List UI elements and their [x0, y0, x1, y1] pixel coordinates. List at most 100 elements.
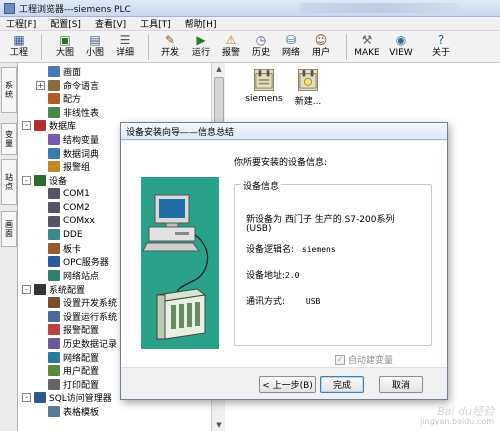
tree-node[interactable]: 数据词典: [36, 147, 99, 160]
finish-button[interactable]: 完成: [320, 376, 364, 393]
toolbar-button-label: MAKE: [354, 48, 380, 58]
toolbar-button-3[interactable]: ☰ 详细: [110, 32, 140, 62]
tree-node-label: 结构变量: [63, 136, 100, 146]
tree-node[interactable]: - 数据库: [22, 119, 76, 132]
tree-node[interactable]: 画面: [36, 65, 81, 78]
device-label: siemens: [245, 94, 283, 104]
toolbar-button-6[interactable]: ⚠ 报警: [216, 32, 246, 62]
tree-node[interactable]: - 系统配置: [22, 283, 85, 296]
tree-node[interactable]: - SQL访问管理器: [22, 391, 112, 404]
toolbar-button-12[interactable]: ? 关于: [426, 32, 456, 62]
about-icon: ?: [437, 33, 445, 47]
tree-node-label: COMxx: [63, 216, 95, 227]
tree-node[interactable]: + 命令语言: [36, 79, 99, 92]
watermark-url: jingyan.baidu.com: [420, 417, 494, 426]
tree-node[interactable]: OPC服务器: [36, 255, 109, 268]
small-icons-icon: ▤: [89, 33, 101, 47]
menu-item[interactable]: 查看[V]: [95, 17, 126, 30]
menu-item[interactable]: 配置[S]: [50, 17, 81, 30]
tree-node[interactable]: 报警组: [36, 160, 90, 173]
toolbar-button-2[interactable]: ▤ 小图: [80, 32, 110, 62]
tree-node[interactable]: 打印配置: [36, 378, 99, 391]
tree-node-label: 设置运行系统: [63, 312, 118, 323]
tree-node[interactable]: 历史数据记录: [36, 337, 117, 350]
tree-node[interactable]: 网络配置: [36, 351, 99, 364]
tree-node-label: DDE: [63, 229, 83, 240]
toolbar-button-8[interactable]: ⛁ 网络: [276, 32, 306, 62]
tree-node[interactable]: 报警配置: [36, 323, 99, 336]
tree-node[interactable]: 设置运行系统: [36, 310, 117, 323]
scroll-down-icon[interactable]: ▼: [212, 419, 226, 431]
toolbar-button-5[interactable]: ▶ 运行: [186, 32, 216, 62]
scroll-up-icon[interactable]: ▲: [212, 63, 226, 75]
toolbar-separator: [148, 34, 149, 60]
tree-node[interactable]: COM2: [36, 201, 90, 214]
toolbar-button-label: VIEW: [389, 48, 413, 58]
tree-node[interactable]: 表格模板: [36, 405, 99, 418]
large-icons-icon: ▣: [59, 33, 71, 47]
menu-item[interactable]: 帮助[H]: [185, 17, 217, 30]
toolbar-button-10[interactable]: ⚒ MAKE: [352, 32, 382, 62]
toolbar-button-11[interactable]: ◉ VIEW: [386, 32, 416, 62]
collapse-icon[interactable]: -: [22, 175, 31, 185]
tree-node[interactable]: 设置开发系统: [36, 296, 117, 309]
toolbar-button-7[interactable]: ◷ 历史: [246, 32, 276, 62]
tree-node[interactable]: 结构变量: [36, 133, 99, 146]
collapse-icon[interactable]: -: [22, 284, 31, 294]
tree-node[interactable]: 非线性表: [36, 106, 99, 119]
menu-item[interactable]: 工具[T]: [140, 17, 171, 30]
logic-name-row: 设备逻辑名: siemens: [246, 242, 336, 255]
side-tab-0[interactable]: 系统: [1, 67, 17, 113]
device-siemens[interactable]: siemens: [244, 69, 284, 104]
tree-node-label: OPC服务器: [63, 258, 109, 269]
network-icon: ⛁: [285, 33, 297, 47]
side-tab-1[interactable]: 变量: [1, 123, 17, 155]
back-button[interactable]: < 上一步(B): [259, 376, 316, 393]
collapse-icon[interactable]: -: [22, 121, 31, 131]
toolbar-button-label: 历史: [251, 48, 270, 58]
tree-node[interactable]: 配方: [36, 92, 81, 105]
history-record-icon: [48, 338, 60, 349]
window-title: 工程浏览器---siemens PLC: [19, 4, 131, 15]
toolbar-button-label: 运行: [191, 48, 210, 58]
auto-create-variables-checkbox[interactable]: ✓ 自动建变量: [335, 353, 393, 366]
tree-node[interactable]: 网络站点: [36, 269, 99, 282]
plc-device-icon: [254, 69, 274, 91]
table-template-icon: [48, 406, 60, 417]
expand-icon[interactable]: +: [36, 80, 45, 90]
tree-node[interactable]: COM1: [36, 187, 90, 200]
tree-node[interactable]: DDE: [36, 228, 83, 241]
tree-node[interactable]: 用户配置: [36, 364, 99, 377]
menu-item[interactable]: 工程[F]: [6, 17, 36, 30]
collapse-icon[interactable]: -: [22, 393, 31, 403]
toolbar-button-4[interactable]: ✎ 开发: [155, 32, 185, 62]
app-icon: [4, 2, 15, 14]
device-new[interactable]: 新建...: [288, 69, 328, 107]
view-icon: ◉: [395, 33, 407, 47]
toolbar-button-9[interactable]: ☺ 用户: [306, 32, 336, 62]
toolbar-separator: [346, 34, 347, 60]
toolbar-button-label: 工程: [9, 48, 28, 58]
side-tab-2[interactable]: 站点: [1, 159, 17, 205]
recipe-icon: [48, 93, 60, 105]
tree-node-label: 配方: [63, 95, 82, 106]
comm-value: USB: [305, 297, 321, 306]
tree-node-label: 数据词典: [63, 149, 100, 160]
tree-node[interactable]: 板卡: [36, 242, 81, 255]
toolbar-button-label: 报警: [221, 48, 240, 58]
device-wizard-dialog: 设备安装向导——信息总结 你所要安装的设备信息: 设备信息 新设备为 西门子 生…: [120, 122, 448, 400]
toolbar-button-0[interactable]: ▦ 工程: [4, 32, 34, 62]
toolbar-button-1[interactable]: ▣ 大图: [50, 32, 80, 62]
project-icon: ▦: [13, 33, 25, 47]
side-tab-3[interactable]: 画面: [1, 211, 17, 247]
device-label: 新建...: [294, 97, 322, 107]
toolbar-button-label: 网络: [281, 48, 300, 58]
tree-node-label: 命令语言: [63, 81, 100, 92]
tree-node-label: 数据库: [49, 122, 77, 133]
tree-node[interactable]: COMxx: [36, 215, 95, 228]
device-icon: [34, 174, 46, 186]
tree-node-label: 板卡: [63, 244, 82, 255]
tree-node[interactable]: - 设备: [22, 174, 67, 187]
tree-node-label: 非线性表: [63, 108, 100, 119]
cancel-button[interactable]: 取消: [379, 376, 423, 393]
